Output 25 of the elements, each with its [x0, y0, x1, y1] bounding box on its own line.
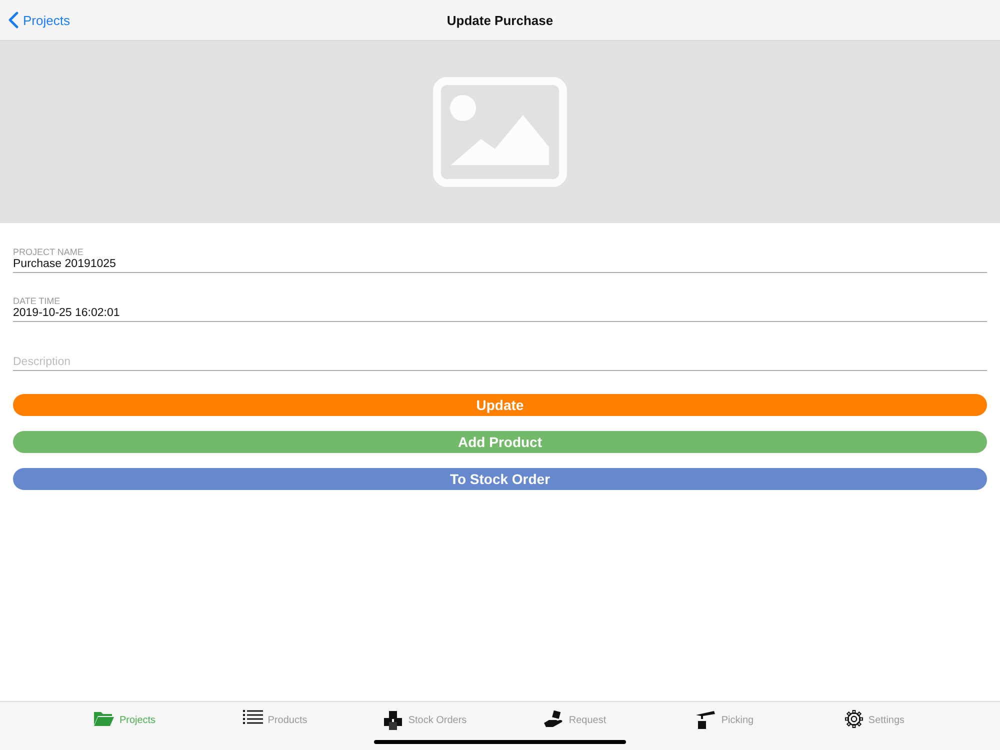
tab-item[interactable]: Picking [650, 710, 800, 732]
tab-item[interactable]: Request [500, 710, 650, 732]
tab-item[interactable]: Products [200, 710, 350, 732]
field-value: Purchase 20191025 [13, 257, 117, 272]
tab-item[interactable]: Stock Orders [350, 710, 500, 732]
tab-item[interactable]: Settings [800, 710, 950, 732]
action-button[interactable]: To Stock Order [13, 468, 987, 490]
hand-box-icon [544, 710, 564, 728]
folder-icon [94, 710, 114, 726]
field-placeholder: Description [13, 356, 72, 370]
field-label: DATE TIME [13, 296, 62, 306]
text-field[interactable]: Description [13, 340, 987, 371]
text-field[interactable]: PROJECT NAME Purchase 20191025 [13, 242, 987, 273]
back-button[interactable]: Projects [8, 11, 70, 29]
image-placeholder-icon [433, 77, 567, 187]
field-label: PROJECT NAME [13, 247, 84, 257]
settings-icon [845, 710, 864, 728]
action-button[interactable]: Update [13, 394, 987, 416]
text-field[interactable]: DATE TIME 2019-10-25 16:02:01 [13, 291, 987, 322]
screen-title: Update Purchase [446, 12, 554, 28]
action-button[interactable]: Add Product [13, 431, 987, 453]
field-value: 2019-10-25 16:02:01 [13, 306, 121, 321]
chevron-left-icon [8, 11, 19, 29]
list-icon [242, 710, 263, 725]
tab-item[interactable]: Projects [50, 710, 200, 732]
